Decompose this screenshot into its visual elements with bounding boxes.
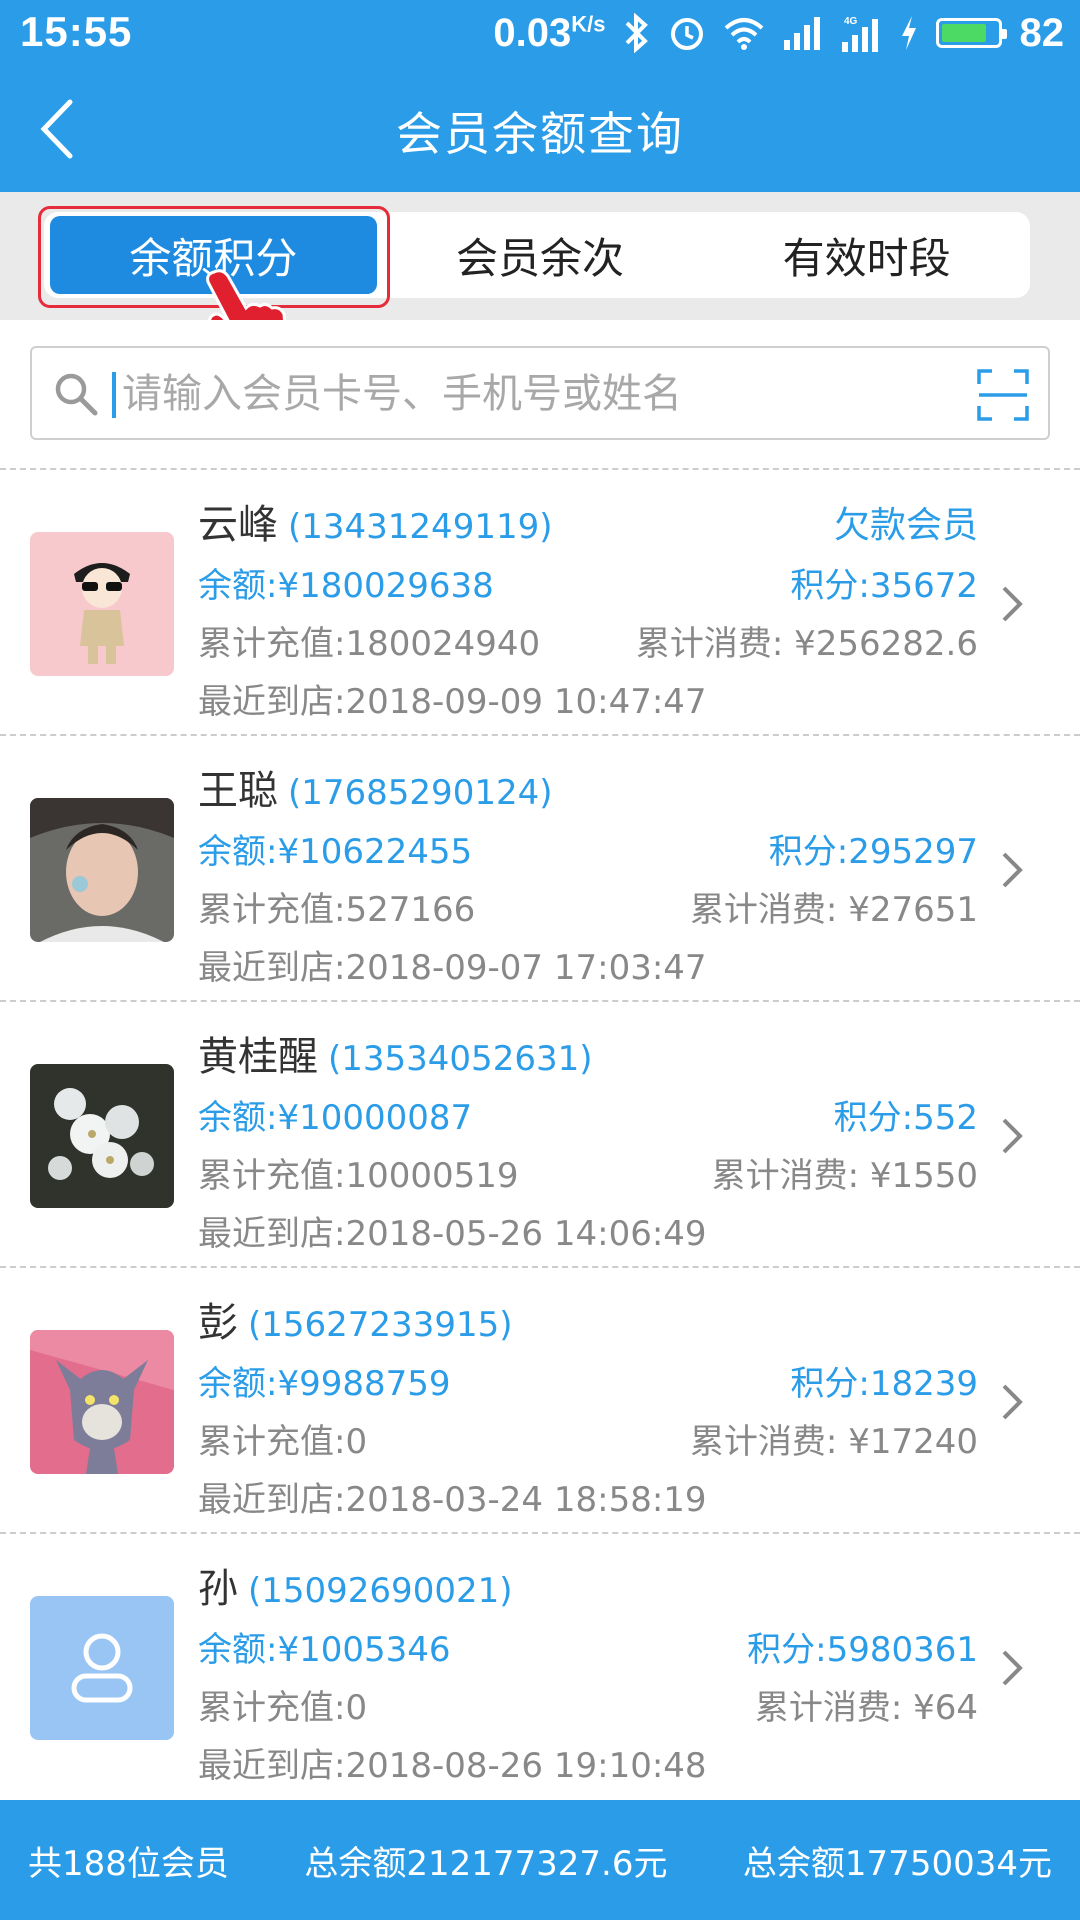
chevron-right-icon xyxy=(1002,1650,1023,1686)
list-item[interactable]: 孙 (15092690021) 余额:¥1005346 积分:5980361 累计… xyxy=(0,1534,1080,1798)
total-balance-secondary: 总余额17750034元 xyxy=(742,1843,1052,1884)
member-phone: (13534052631) xyxy=(328,1039,593,1079)
battery-level: 82 xyxy=(1019,10,1065,55)
page-title: 会员余额查询 xyxy=(396,107,684,161)
member-name: 云峰 (13431249119) xyxy=(198,502,553,548)
list-item[interactable]: 彭 (15627233915) 余额:¥9988759 积分:18239 累计充值… xyxy=(0,1268,1080,1532)
member-list: 云峰 (13431249119) 欠款会员 余额:¥180029638 积分:35… xyxy=(0,468,1080,1800)
avatar xyxy=(30,798,174,942)
member-name: 彭 (15627233915) xyxy=(198,1300,513,1346)
status-icons: 0.03K/s 4G 82 xyxy=(493,8,1064,58)
total-balance-primary: 总余额212177327.6元 xyxy=(304,1843,668,1884)
list-item[interactable]: 云峰 (13431249119) 欠款会员 余额:¥180029638 积分:35… xyxy=(0,470,1080,734)
list-item[interactable]: 王聪 (17685290124) 余额:¥10622455 积分:295297 累… xyxy=(0,736,1080,1000)
avatar xyxy=(30,532,174,676)
battery-icon xyxy=(935,18,1007,48)
member-points: 积分:5980361 xyxy=(747,1630,978,1670)
member-last-visit: 最近到店:2018-05-26 14:06:49 xyxy=(198,1214,707,1254)
search-input[interactable] xyxy=(122,364,972,424)
chevron-right-icon xyxy=(1002,1384,1023,1420)
member-phone: (13431249119) xyxy=(288,507,553,547)
member-total-consumption: 累计消费: ¥64 xyxy=(754,1688,978,1728)
summary-footer: 共188位会员 总余额212177327.6元 总余额17750034元 xyxy=(0,1800,1080,1920)
member-balance: 余额:¥9988759 xyxy=(198,1364,451,1404)
member-phone: (15092690021) xyxy=(248,1571,513,1611)
member-total-recharge: 累计充值:0 xyxy=(198,1688,368,1728)
member-total-consumption: 累计消费: ¥27651 xyxy=(689,890,978,930)
charging-icon xyxy=(901,16,916,50)
chevron-right-icon xyxy=(1002,586,1023,622)
member-name: 孙 (15092690021) xyxy=(198,1566,513,1612)
member-name: 黄桂醒 (13534052631) xyxy=(198,1034,593,1080)
member-tag: 欠款会员 xyxy=(833,505,978,546)
member-total-recharge: 累计充值:527166 xyxy=(198,890,476,930)
signal-icon xyxy=(783,17,820,50)
member-balance: 余额:¥10000087 xyxy=(198,1098,473,1138)
search-area xyxy=(0,320,1080,468)
default-avatar-icon xyxy=(30,1596,174,1740)
member-last-visit: 最近到店:2018-03-24 18:58:19 xyxy=(198,1480,707,1520)
tab-member-remaining-times[interactable]: 会员余次 xyxy=(377,212,704,298)
signal-4g-icon: 4G xyxy=(841,16,878,52)
title-bar: 会员余额查询 xyxy=(0,66,1080,192)
member-points: 积分:35672 xyxy=(790,566,978,606)
alarm-icon xyxy=(670,18,703,50)
member-points: 积分:295297 xyxy=(768,832,978,872)
member-last-visit: 最近到店:2018-09-09 10:47:47 xyxy=(198,682,707,722)
network-speed: 0.03K/s xyxy=(493,10,606,55)
chevron-right-icon xyxy=(1002,852,1023,888)
list-item[interactable]: 黄桂醒 (13534052631) 余额:¥10000087 积分:552 累计充… xyxy=(0,1002,1080,1266)
search-box xyxy=(30,346,1050,440)
member-count: 共188位会员 xyxy=(28,1843,229,1884)
avatar xyxy=(30,1330,174,1474)
member-points: 积分:18239 xyxy=(790,1364,978,1404)
member-total-consumption: 累计消费: ¥256282.6 xyxy=(635,624,978,664)
member-total-recharge: 累计充值:0 xyxy=(198,1422,368,1462)
member-balance: 余额:¥1005346 xyxy=(198,1630,451,1670)
member-last-visit: 最近到店:2018-08-26 19:10:48 xyxy=(198,1746,707,1786)
member-total-consumption: 累计消费: ¥17240 xyxy=(689,1422,978,1462)
bluetooth-icon xyxy=(625,13,648,53)
member-phone: (17685290124) xyxy=(288,773,553,813)
search-icon xyxy=(55,373,98,416)
status-time: 15:55 xyxy=(20,8,133,55)
member-points: 积分:552 xyxy=(833,1098,978,1138)
svg-text:4G: 4G xyxy=(844,16,858,27)
member-name: 王聪 (17685290124) xyxy=(198,768,553,814)
member-total-consumption: 累计消费: ¥1550 xyxy=(711,1156,978,1196)
member-balance: 余额:¥180029638 xyxy=(198,566,494,606)
member-total-recharge: 累计充值:10000519 xyxy=(198,1156,519,1196)
avatar xyxy=(30,1064,174,1208)
member-phone: (15627233915) xyxy=(248,1305,513,1345)
chevron-right-icon xyxy=(1002,1118,1023,1154)
text-cursor xyxy=(112,372,116,418)
status-bar: 15:55 0.03K/s 4G 82 xyxy=(0,0,1080,66)
scan-icon[interactable] xyxy=(976,368,1030,422)
member-balance: 余额:¥10622455 xyxy=(198,832,473,872)
member-last-visit: 最近到店:2018-09-07 17:03:47 xyxy=(198,948,707,988)
wifi-icon xyxy=(724,18,763,50)
tab-valid-period[interactable]: 有效时段 xyxy=(703,212,1030,298)
member-total-recharge: 累计充值:180024940 xyxy=(198,624,541,664)
